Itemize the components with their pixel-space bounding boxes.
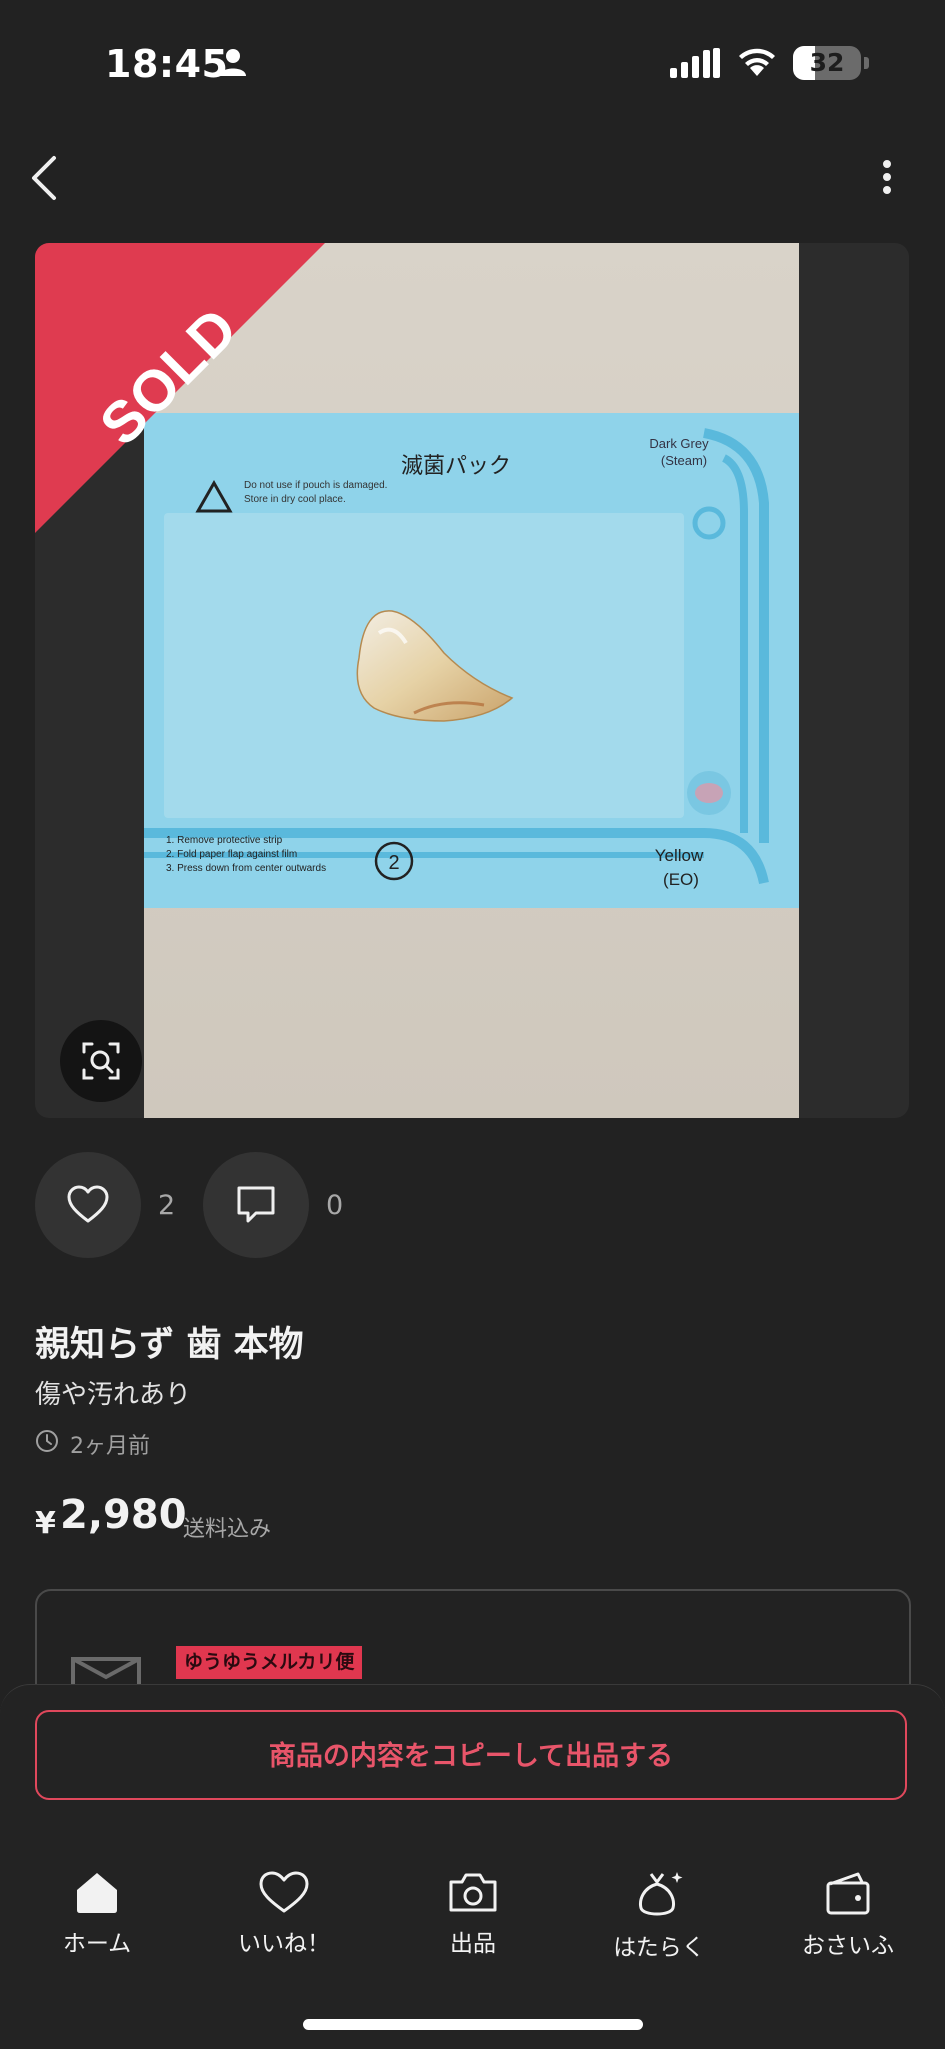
svg-text:Dark Grey: Dark Grey: [649, 436, 709, 451]
person-icon: [220, 49, 246, 76]
like-button[interactable]: [35, 1152, 141, 1258]
image-search-button[interactable]: [60, 1020, 142, 1102]
tab-home-label: ホーム: [62, 1931, 132, 1957]
product-condition: 傷や汚れあり: [35, 1380, 192, 1410]
tab-sell[interactable]: 出品: [398, 1870, 548, 1958]
svg-text:3. Press down from center outw: 3. Press down from center outwards: [166, 863, 326, 874]
tab-sell-label: 出品: [450, 1931, 496, 1957]
like-count: 2: [158, 1190, 176, 1221]
camera-icon: [449, 1873, 497, 1912]
home-icon: [77, 1873, 117, 1913]
svg-text:(EO): (EO): [663, 870, 699, 889]
svg-text:(Steam): (Steam): [661, 453, 707, 468]
price: 2,980: [60, 1492, 187, 1538]
comment-icon: [237, 1186, 275, 1223]
more-options-button[interactable]: [862, 152, 912, 202]
product-image-area[interactable]: Do not use if pouch is damaged. Store in…: [35, 243, 909, 1118]
wifi-icon: [739, 48, 775, 76]
tab-wallet[interactable]: おさいふ: [773, 1870, 923, 1960]
vertical-dots-icon: [883, 160, 891, 194]
svg-text:1. Remove protective strip: 1. Remove protective strip: [166, 835, 283, 846]
wallet-icon: [826, 1872, 870, 1915]
tab-likes-label: いいね！: [238, 1931, 330, 1957]
shipping-included-note: 送料込み: [183, 1517, 272, 1542]
shipping-method-badge: ゆうゆうメルカリ便: [176, 1646, 363, 1679]
tab-likes[interactable]: いいね！: [209, 1870, 359, 1958]
product-title: 親知らず 歯 本物: [35, 1325, 304, 1365]
lens-search-icon: [82, 1042, 120, 1080]
chevron-left-icon: [32, 156, 56, 200]
home-indicator: [303, 2019, 643, 2030]
status-bar: 18:45 32: [0, 0, 945, 120]
posted-time: 2ヶ月前: [70, 1434, 150, 1459]
back-button[interactable]: [20, 148, 80, 208]
clock-icon: [36, 1430, 58, 1452]
heart-icon: [259, 1871, 309, 1913]
cellular-signal-icon: [670, 48, 720, 78]
battery-level: 32: [809, 48, 845, 77]
pouch-title-text: 滅菌パック: [401, 454, 511, 479]
copy-listing-button[interactable]: 商品の内容をコピーして出品する: [35, 1710, 907, 1800]
tab-wallet-label: おさいふ: [802, 1933, 894, 1959]
svg-text:2: 2: [388, 852, 399, 874]
status-time: 18:45: [105, 42, 229, 86]
svg-text:2. Fold paper flap against fil: 2. Fold paper flap against film: [166, 849, 297, 860]
comment-count: 0: [326, 1190, 344, 1221]
svg-text:Yellow: Yellow: [655, 846, 704, 865]
tab-work-label: はたらく: [613, 1935, 705, 1961]
price-currency: ¥: [35, 1506, 56, 1541]
comment-button[interactable]: [203, 1152, 309, 1258]
tab-work[interactable]: はたらく: [584, 1870, 734, 1962]
money-bag-icon: [639, 1872, 683, 1916]
tab-home[interactable]: ホーム: [22, 1870, 172, 1958]
heart-icon: [67, 1185, 109, 1223]
battery-indicator: 32: [793, 46, 861, 80]
